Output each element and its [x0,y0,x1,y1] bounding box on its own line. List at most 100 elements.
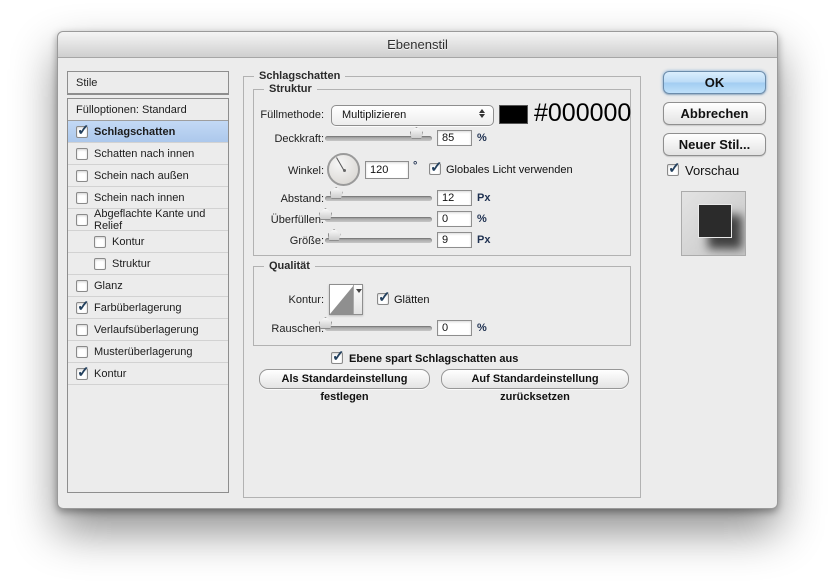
quality-group-title: Qualität [264,260,315,272]
spread-input[interactable] [437,211,472,227]
shadow-color-swatch[interactable] [499,105,528,124]
opacity-slider-thumb[interactable] [410,127,423,139]
contour-picker[interactable] [329,284,363,315]
sidebar-item-label: Fülloptionen: Standard [76,104,187,116]
angle-dial-center [343,169,346,172]
distance-input[interactable] [437,190,472,206]
spread-slider-thumb[interactable] [319,208,332,220]
noise-label: Rauschen: [254,323,324,335]
style-checkbox[interactable] [76,148,88,160]
noise-slider-thumb[interactable] [319,317,332,329]
sidebar-item-label: Schein nach innen [94,192,185,204]
antialias-label: Glätten [394,294,429,306]
opacity-slider[interactable] [325,136,432,141]
titlebar[interactable]: Ebenenstil [58,32,777,58]
sidebar-item-label: Schatten nach innen [94,148,194,160]
opacity-input[interactable] [437,130,472,146]
style-checkbox[interactable] [76,214,88,226]
stepper-arrows-icon [479,109,485,118]
size-label: Größe: [254,235,324,247]
sidebar-item[interactable]: Schatten nach innen [68,143,228,165]
color-hex-value: #000000 [534,99,631,128]
preview-checkbox[interactable] [667,164,679,176]
spread-unit: % [477,213,487,225]
angle-input[interactable] [365,161,409,179]
sidebar-item-label: Kontur [112,236,144,248]
style-checkbox[interactable] [76,346,88,358]
spread-slider[interactable] [325,217,432,222]
angle-label: Winkel: [254,165,324,177]
sidebar-item-label: Musterüberlagerung [94,346,192,358]
distance-slider[interactable] [325,196,432,201]
contour-thumbnail-icon [330,285,354,314]
antialias-checkbox[interactable] [377,293,389,305]
sidebar-item[interactable]: Struktur [68,253,228,275]
sidebar-item-label: Schein nach außen [94,170,189,182]
spread-label: Überfüllen: [254,214,324,226]
blend-mode-label: Füllmethode: [254,109,324,121]
structure-group: Struktur Füllmethode: Multiplizieren #00… [253,89,631,256]
sidebar-item[interactable]: Kontur [68,363,228,385]
sidebar-item-label: Abgeflachte Kante und Relief [94,208,228,232]
sidebar-item-label: Farbüberlagerung [94,302,181,314]
cancel-button[interactable]: Abbrechen [663,102,766,125]
drop-shadow-group-title: Schlagschatten [254,70,345,82]
global-light-checkbox[interactable] [429,163,441,175]
dialog-title: Ebenenstil [387,37,448,52]
noise-input[interactable] [437,320,472,336]
new-style-button[interactable]: Neuer Stil... [663,133,766,156]
angle-unit: ° [413,160,417,172]
blend-mode-value: Multiplizieren [342,109,406,121]
preview-thumbnail [681,191,746,256]
ok-button[interactable]: OK [663,71,766,94]
style-checkbox[interactable] [76,368,88,380]
styles-header-label: Stile [76,77,97,89]
sidebar-item[interactable]: Musterüberlagerung [68,341,228,363]
knockout-label: Ebene spart Schlagschatten aus [349,353,518,365]
sidebar-item[interactable]: Schlagschatten [68,121,228,143]
styles-header: Stile [67,71,229,95]
sidebar-item[interactable]: Fülloptionen: Standard [68,99,228,121]
sidebar-item[interactable]: Abgeflachte Kante und Relief [68,209,228,231]
angle-needle [336,157,344,170]
size-input[interactable] [437,232,472,248]
size-unit: Px [477,234,490,246]
style-checkbox[interactable] [76,302,88,314]
style-checkbox[interactable] [94,258,106,270]
style-checkbox[interactable] [76,280,88,292]
knockout-checkbox[interactable] [331,352,343,364]
distance-slider-thumb[interactable] [330,187,343,199]
sidebar-item-label: Verlaufsüberlagerung [94,324,199,336]
sidebar-item[interactable]: Verlaufsüberlagerung [68,319,228,341]
style-checkbox[interactable] [76,170,88,182]
angle-dial[interactable] [327,153,360,186]
sidebar-item[interactable]: Schein nach innen [68,187,228,209]
style-checkbox[interactable] [94,236,106,248]
style-checkbox[interactable] [76,126,88,138]
contour-label: Kontur: [254,294,324,306]
blend-mode-select[interactable]: Multiplizieren [331,105,494,126]
global-light-label: Globales Licht verwenden [446,164,573,176]
sidebar-item-label: Kontur [94,368,126,380]
style-checkbox[interactable] [76,192,88,204]
sidebar-item-label: Schlagschatten [94,126,175,138]
noise-slider[interactable] [325,326,432,331]
size-slider[interactable] [325,238,432,243]
sidebar-item[interactable]: Farbüberlagerung [68,297,228,319]
sidebar-item[interactable]: Schein nach außen [68,165,228,187]
set-default-button[interactable]: Als Standardeinstellung festlegen [259,369,430,389]
sidebar-item-label: Struktur [112,258,151,270]
size-slider-thumb[interactable] [328,229,341,241]
quality-group: Qualität Kontur: Glätten Rauschen: % [253,266,631,346]
styles-list: Fülloptionen: Standard Schlagschatten Scha… [67,98,229,493]
style-checkbox[interactable] [76,324,88,336]
sidebar-item[interactable]: Kontur [68,231,228,253]
sidebar-item[interactable]: Glanz [68,275,228,297]
contour-dropdown-arrow-icon[interactable] [353,285,362,314]
distance-unit: Px [477,192,490,204]
reset-default-button[interactable]: Auf Standardeinstellung zurücksetzen [441,369,629,389]
distance-label: Abstand: [254,193,324,205]
structure-group-title: Struktur [264,83,317,95]
preview-label: Vorschau [685,163,739,178]
opacity-unit: % [477,132,487,144]
